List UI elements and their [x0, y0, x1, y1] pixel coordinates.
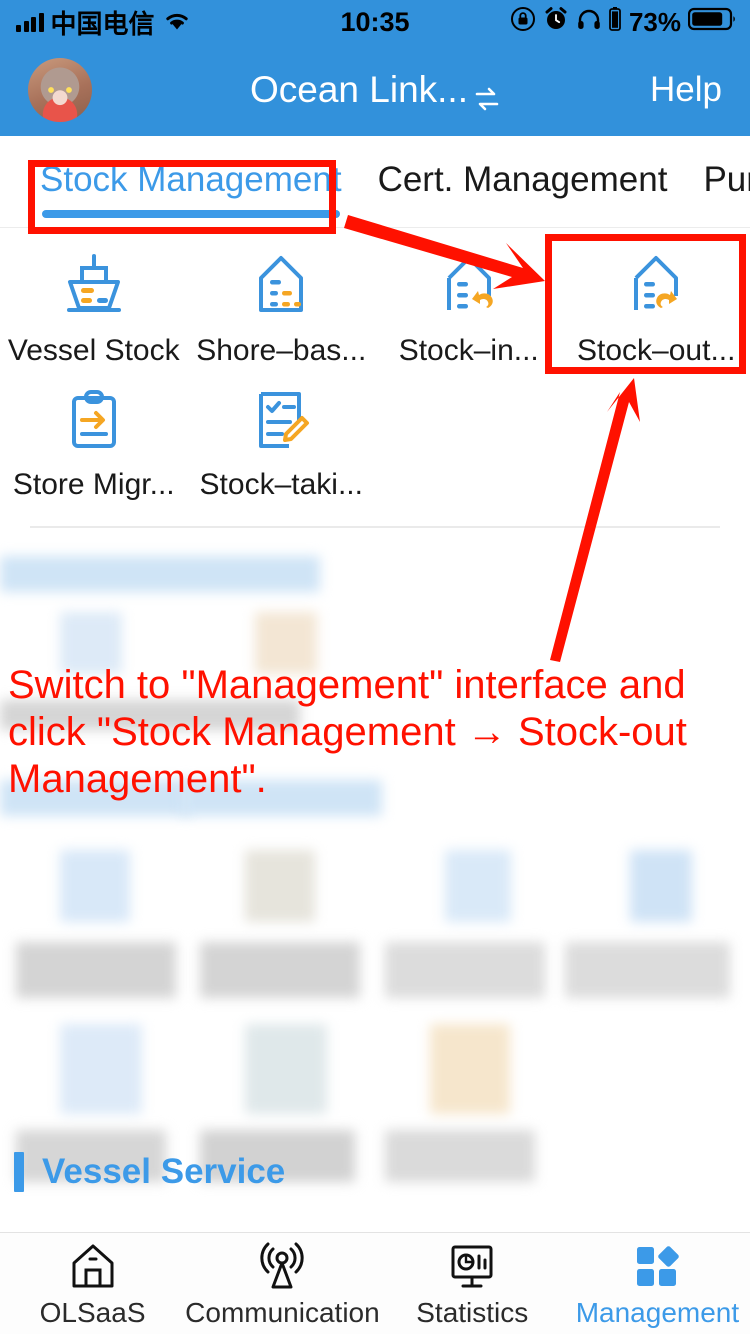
help-button[interactable]: Help — [650, 70, 722, 110]
obscured-block — [60, 850, 130, 922]
tab-stock-management-label: Stock Management — [40, 159, 342, 199]
grid-item-label: Stock–in... — [398, 334, 539, 367]
section-accent-bar — [14, 1152, 24, 1192]
stock-in-icon — [430, 248, 508, 326]
grid-item-label: Stock–taki... — [199, 468, 363, 501]
phone-screen: 中国电信 10:35 73% Ocean Link... Help Stock … — [0, 0, 750, 1334]
tab-purchase[interactable]: Purch — [703, 160, 750, 204]
tab-active-underline — [42, 209, 340, 218]
obscured-block — [0, 780, 190, 816]
obscured-block — [565, 942, 730, 998]
tabbar-item-statistics[interactable]: Statistics — [380, 1233, 565, 1334]
grid-item-stock-taking[interactable]: Stock–taki... — [188, 376, 376, 510]
section-title: Vessel Service — [42, 1152, 286, 1191]
grid-item-vessel-stock[interactable]: Vessel Stock — [0, 242, 188, 376]
obscured-block — [0, 700, 300, 730]
alarm-clock-icon — [543, 6, 569, 39]
obscured-content-region: Vessel Service — [0, 534, 750, 1232]
obscured-block — [200, 942, 360, 998]
tabbar-label: OLSaaS — [39, 1296, 146, 1328]
tabbar-item-communication[interactable]: Communication — [185, 1233, 380, 1334]
feature-grid-row-1: Vessel Stock Shore–bas... Stock–in... St… — [0, 242, 750, 376]
obscured-block — [60, 1024, 142, 1114]
stock-taking-icon — [242, 382, 320, 460]
headphones-icon — [576, 6, 602, 39]
page-title-text: Ocean Link... — [249, 69, 468, 110]
bottom-tab-bar: OLSaaS Communication Statistics Manageme… — [0, 1232, 750, 1334]
broadcast-icon — [255, 1239, 309, 1293]
obscured-block — [255, 612, 317, 674]
status-bar-right: 73% — [510, 6, 736, 39]
sync-switch-icon[interactable] — [474, 79, 500, 111]
battery-icon — [687, 7, 736, 38]
store-migration-icon — [55, 382, 133, 460]
rotation-lock-icon — [510, 6, 536, 39]
shore-based-stock-icon — [242, 248, 320, 326]
grid-blocks-icon — [630, 1239, 684, 1293]
tab-stock-management[interactable]: Stock Management — [40, 159, 342, 218]
obscured-block — [16, 942, 176, 998]
tab-cert-management[interactable]: Cert. Management — [378, 160, 668, 204]
grid-item-label: Shore–bas... — [196, 334, 367, 367]
feature-grid-row-2: Store Migr... Stock–taki... — [0, 376, 750, 510]
obscured-block — [630, 850, 692, 922]
grid-item-store-migration[interactable]: Store Migr... — [0, 376, 188, 510]
tab-cert-management-label: Cert. Management — [377, 159, 668, 199]
section-divider — [30, 526, 720, 528]
grid-item-label: Store Migr... — [12, 468, 175, 501]
obscured-block — [245, 850, 315, 922]
status-bar: 中国电信 10:35 73% — [0, 0, 750, 44]
obscured-block — [385, 942, 545, 998]
category-tabs: Stock Management Cert. Management Purch — [0, 136, 750, 228]
obscured-block — [60, 612, 122, 674]
battery-percentage: 73% — [628, 6, 681, 37]
obscured-block — [182, 780, 382, 816]
tabbar-item-olsaas[interactable]: OLSaaS — [0, 1233, 185, 1334]
grid-item-empty-2 — [563, 376, 750, 510]
tabbar-item-management[interactable]: Management — [565, 1233, 750, 1334]
monitor-chart-icon — [445, 1239, 499, 1293]
home-icon — [66, 1239, 120, 1293]
obscured-block — [245, 1024, 327, 1114]
vessel-stock-icon — [55, 248, 133, 326]
main-content: Stock Management Cert. Management Purch — [0, 136, 750, 1232]
grid-item-label: Vessel Stock — [7, 334, 180, 367]
feature-grid: Vessel Stock Shore–bas... Stock–in... St… — [0, 228, 750, 534]
tab-purchase-label: Purch — [703, 159, 750, 199]
app-header: Ocean Link... Help — [0, 44, 750, 136]
grid-item-label: Stock–out... — [577, 334, 736, 367]
tabbar-label: Management — [575, 1296, 740, 1328]
grid-item-empty-1 — [375, 376, 563, 510]
obscured-block — [0, 556, 320, 592]
tabbar-label: Statistics — [416, 1296, 529, 1328]
stock-out-icon — [617, 248, 695, 326]
grid-item-stock-in[interactable]: Stock–in... — [375, 242, 563, 376]
section-header-vessel-service: Vessel Service — [0, 1152, 750, 1192]
page-title: Ocean Link... — [0, 69, 750, 111]
battery-small-icon — [609, 6, 621, 39]
obscured-block — [445, 850, 511, 922]
obscured-block — [430, 1024, 510, 1114]
grid-item-shore-based-stock[interactable]: Shore–bas... — [188, 242, 376, 376]
grid-item-stock-out[interactable]: Stock–out... — [563, 242, 750, 376]
tabbar-label: Communication — [185, 1296, 380, 1328]
